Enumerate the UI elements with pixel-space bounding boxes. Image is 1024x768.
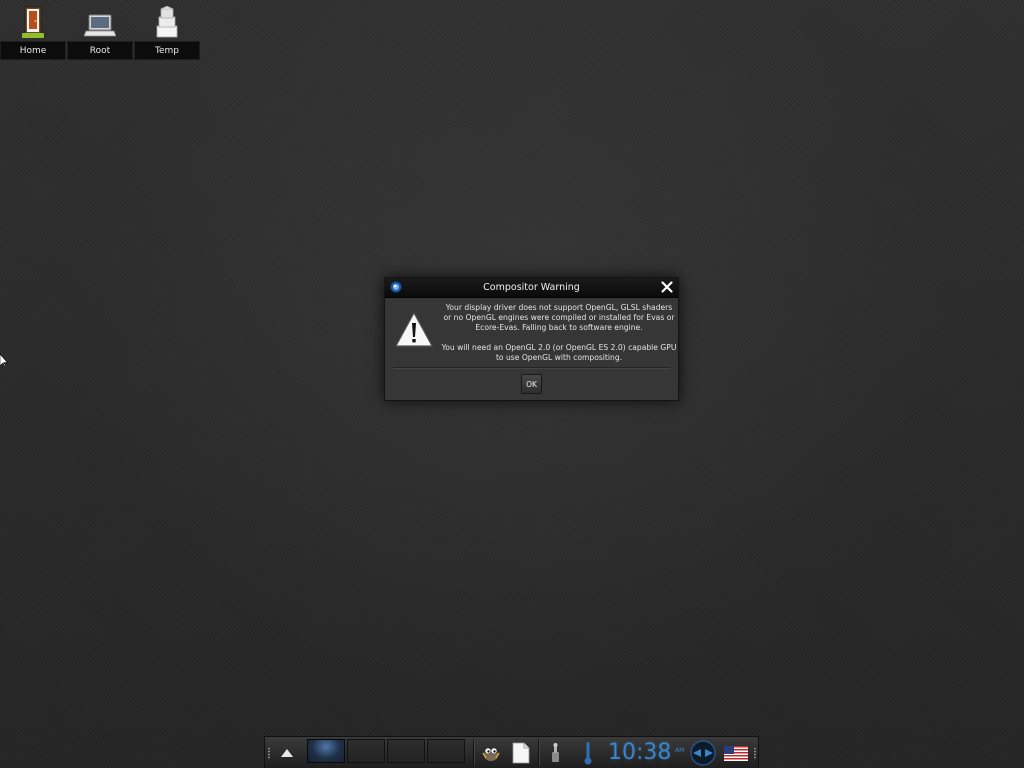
dialog-titlebar[interactable]: Compositor Warning [385,278,678,298]
desktop-icon-label: Root [67,41,133,60]
computer-laptop-icon [84,14,116,37]
virtual-desktop-pager [307,739,469,765]
thermometer-icon [584,742,592,765]
pager-desktop-2[interactable] [347,739,385,763]
shelf-taskbar: 10:38 AM [264,736,759,768]
pager-desktop-3[interactable] [387,739,425,763]
ok-button[interactable]: OK [521,374,542,394]
dialog-divider [393,367,670,369]
warning-triangle-icon [395,312,433,347]
dialog-message-secondary: You will need an OpenGL 2.0 (or OpenGL E… [441,343,677,362]
clock-display[interactable]: 10:38 [608,739,671,767]
desktop-icon-home[interactable]: Home [0,0,66,60]
shelf-separator [538,740,540,766]
temperature-gadget[interactable] [577,741,599,765]
gimp-icon [482,747,500,761]
up-arrow-icon [281,749,293,757]
home-door-icon [22,6,44,38]
desktop-icon-temp[interactable]: Temp [134,0,200,60]
pager-desktop-4[interactable] [427,739,465,763]
mixer-icon [552,743,559,762]
gimp-launcher[interactable] [479,741,503,765]
desktop-icon-label: Temp [134,41,200,60]
document-launcher[interactable] [509,741,533,765]
keyboard-layout-gadget[interactable] [722,741,750,765]
clock-ampm: AM [675,747,685,754]
flag-icon [724,745,748,761]
cpufreq-gadget[interactable] [689,740,717,766]
desktop-icon-root[interactable]: Root [67,0,133,60]
shelf-grip-left[interactable] [268,747,270,759]
shelf-separator [473,740,475,766]
desktop-icon-label: Home [0,41,66,60]
mixer-gadget[interactable] [544,741,568,765]
dialog-title: Compositor Warning [483,282,580,293]
desktop-icons: Home Root Temp [0,0,201,60]
dialog-message-primary: Your display driver does not support Ope… [443,303,675,332]
document-icon [512,742,530,764]
pager-desktop-1[interactable] [307,739,345,763]
shelf-grip-right[interactable] [754,747,756,759]
close-icon[interactable] [659,279,675,295]
cpufreq-icon [690,740,716,766]
compositor-warning-dialog: Compositor Warning Your display driver d… [384,277,679,401]
start-menu-button[interactable] [273,742,301,764]
mouse-pointer-icon [0,354,8,368]
temp-folder-icon [156,6,178,38]
enlightenment-logo-icon [390,281,402,293]
